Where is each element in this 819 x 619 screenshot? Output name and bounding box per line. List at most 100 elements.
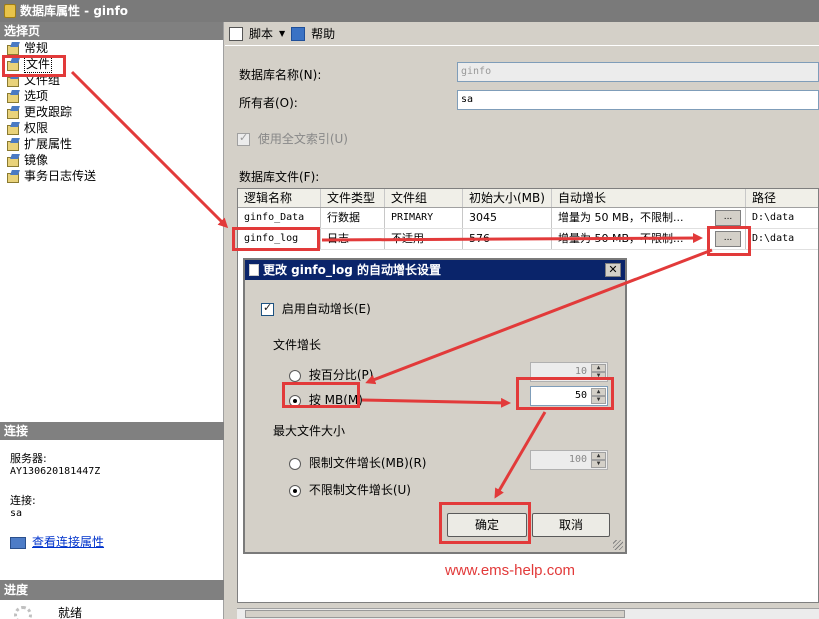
fulltext-checkbox <box>237 131 250 146</box>
enable-autogrowth-row[interactable]: 启用自动增长(E) <box>261 300 371 317</box>
by-mb-radio[interactable] <box>289 394 301 407</box>
table-header-row: 逻辑名称 文件类型 文件组 初始大小(MB) 自动增长 路径 <box>238 189 818 208</box>
autogrowth-cell: 增量为 50 MB，不限制... ... <box>552 229 746 249</box>
autogrowth-ellipsis-button[interactable]: ... <box>715 231 741 247</box>
autogrowth-text: 增量为 50 MB，不限制... <box>558 211 684 224</box>
nav-item-change-tracking[interactable]: 更改跟踪 <box>0 104 223 120</box>
view-connection-properties-link[interactable]: 查看连接属性 <box>32 536 104 549</box>
dialog-icon <box>249 264 259 276</box>
toolbar: 脚本 ▼ 帮助 <box>225 22 819 46</box>
fulltext-row: 使用全文索引(U) <box>237 130 348 147</box>
dialog-title-bar: 更改 ginfo_log 的自动增长设置 <box>245 260 625 280</box>
by-percent-row[interactable]: 按百分比(P) <box>289 366 373 383</box>
limit-growth-row[interactable]: 限制文件增长(MB)(R) <box>289 454 426 471</box>
autogrowth-ellipsis-button[interactable]: ... <box>715 210 741 226</box>
page-icon <box>6 58 20 71</box>
initial-size-cell[interactable]: 3045 <box>463 208 552 228</box>
dialog-title: 更改 ginfo_log 的自动增长设置 <box>263 263 442 277</box>
percent-value: 10 <box>574 366 587 377</box>
max-size-label: 最大文件大小 <box>273 424 346 438</box>
filegroup-cell[interactable]: PRIMARY <box>385 208 463 228</box>
ok-button[interactable]: 确定 <box>447 513 527 537</box>
page-icon <box>6 106 20 119</box>
column-header[interactable]: 文件类型 <box>321 189 385 207</box>
owner-label: 所有者(O): <box>239 96 298 110</box>
mb-stepper[interactable]: 50 ▲ ▼ <box>530 386 608 406</box>
progress-section: 进度 就绪 <box>0 580 224 619</box>
spin-up-icon[interactable]: ▲ <box>591 388 606 396</box>
page-icon <box>6 90 20 103</box>
progress-spinner-icon <box>14 606 32 619</box>
page-icon <box>6 154 20 167</box>
db-name-label: 数据库名称(N): <box>239 68 322 82</box>
path-cell[interactable]: D:\data <box>746 208 818 228</box>
nav-item-permissions[interactable]: 权限 <box>0 120 223 136</box>
nav-item-options[interactable]: 选项 <box>0 88 223 104</box>
file-type-cell: 日志 <box>321 229 385 249</box>
database-icon <box>4 4 16 18</box>
unlimited-growth-row[interactable]: 不限制文件增长(U) <box>289 481 411 498</box>
file-growth-label: 文件增长 <box>273 338 322 352</box>
script-button[interactable]: 脚本 <box>249 25 273 42</box>
page-nav: 常规 文件 文件组 选项 更改跟踪 权限 扩展属性 镜像 事务日志传送 <box>0 40 223 184</box>
spin-down-icon[interactable]: ▼ <box>591 396 606 404</box>
nav-item-filegroups[interactable]: 文件组 <box>0 72 223 88</box>
connection-value: sa <box>10 508 23 519</box>
script-dropdown-icon[interactable]: ▼ <box>279 29 285 38</box>
filegroup-cell: 不适用 <box>385 229 463 249</box>
page-icon <box>6 122 20 135</box>
limit-growth-radio[interactable] <box>289 457 301 470</box>
resize-grip-icon[interactable] <box>613 540 623 550</box>
nav-item-extended-properties[interactable]: 扩展属性 <box>0 136 223 152</box>
column-header[interactable]: 初始大小(MB) <box>463 189 552 207</box>
spin-down-icon: ▼ <box>591 460 606 468</box>
connection-header: 连接 <box>0 422 224 440</box>
page-icon <box>6 74 20 87</box>
fulltext-label: 使用全文索引(U) <box>257 132 348 146</box>
column-header[interactable]: 自动增长 <box>552 189 746 207</box>
logical-name-cell[interactable]: ginfo_Data <box>238 208 321 228</box>
path-cell[interactable]: D:\data <box>746 229 818 249</box>
logical-name-cell[interactable]: ginfo_log <box>238 229 321 249</box>
help-icon <box>291 26 306 41</box>
column-header[interactable]: 文件组 <box>385 189 463 207</box>
server-label: 服务器: <box>10 452 47 465</box>
window-title-bar: 数据库属性 - ginfo <box>0 0 819 22</box>
nav-item-general[interactable]: 常规 <box>0 40 223 56</box>
autogrowth-cell: 增量为 50 MB，不限制... ... <box>552 208 746 228</box>
table-row[interactable]: ginfo_Data 行数据 PRIMARY 3045 增量为 50 MB，不限… <box>238 208 818 229</box>
initial-size-cell[interactable]: 576 <box>463 229 552 249</box>
unlimited-growth-label: 不限制文件增长(U) <box>308 483 411 497</box>
horizontal-scrollbar[interactable] <box>237 608 819 619</box>
by-mb-row[interactable]: 按 MB(M) <box>289 391 363 408</box>
scrollbar-thumb[interactable] <box>245 610 625 618</box>
progress-status: 就绪 <box>58 606 83 619</box>
by-percent-radio[interactable] <box>289 369 301 382</box>
left-panel: 选择页 常规 文件 文件组 选项 更改跟踪 权限 扩展属性 镜像 事务日志传送 … <box>0 22 224 619</box>
dialog-close-button[interactable]: ✕ <box>605 263 621 277</box>
nav-item-mirroring[interactable]: 镜像 <box>0 152 223 168</box>
column-header[interactable]: 路径 <box>746 189 818 207</box>
owner-field[interactable]: sa <box>457 90 819 110</box>
help-button[interactable]: 帮助 <box>311 25 335 42</box>
table-row[interactable]: ginfo_log 日志 不适用 576 增量为 50 MB，不限制... ..… <box>238 229 818 250</box>
spin-up-icon: ▲ <box>591 452 606 460</box>
cancel-button[interactable]: 取消 <box>532 513 610 537</box>
nav-item-log-shipping[interactable]: 事务日志传送 <box>0 168 223 184</box>
db-name-field: ginfo <box>457 62 819 82</box>
progress-header: 进度 <box>0 580 224 600</box>
unlimited-growth-radio[interactable] <box>289 484 301 497</box>
page-icon <box>6 138 20 151</box>
limit-growth-label: 限制文件增长(MB)(R) <box>308 456 427 470</box>
column-header[interactable]: 逻辑名称 <box>238 189 321 207</box>
mb-value[interactable]: 50 <box>575 390 587 401</box>
db-files-label: 数据库文件(F): <box>239 170 320 184</box>
percent-stepper: 10 ▲ ▼ <box>530 362 608 382</box>
connection-section: 连接 服务器: AY130620181447Z 连接: sa 查看连接属性 <box>0 422 224 557</box>
limit-stepper: 100 ▲ ▼ <box>530 450 608 470</box>
by-mb-label: 按 MB(M) <box>308 393 363 407</box>
enable-autogrowth-checkbox[interactable] <box>261 301 274 316</box>
connection-label: 连接: <box>10 494 36 507</box>
nav-item-files[interactable]: 文件 <box>0 55 223 73</box>
autogrowth-text: 增量为 50 MB，不限制... <box>558 232 684 245</box>
